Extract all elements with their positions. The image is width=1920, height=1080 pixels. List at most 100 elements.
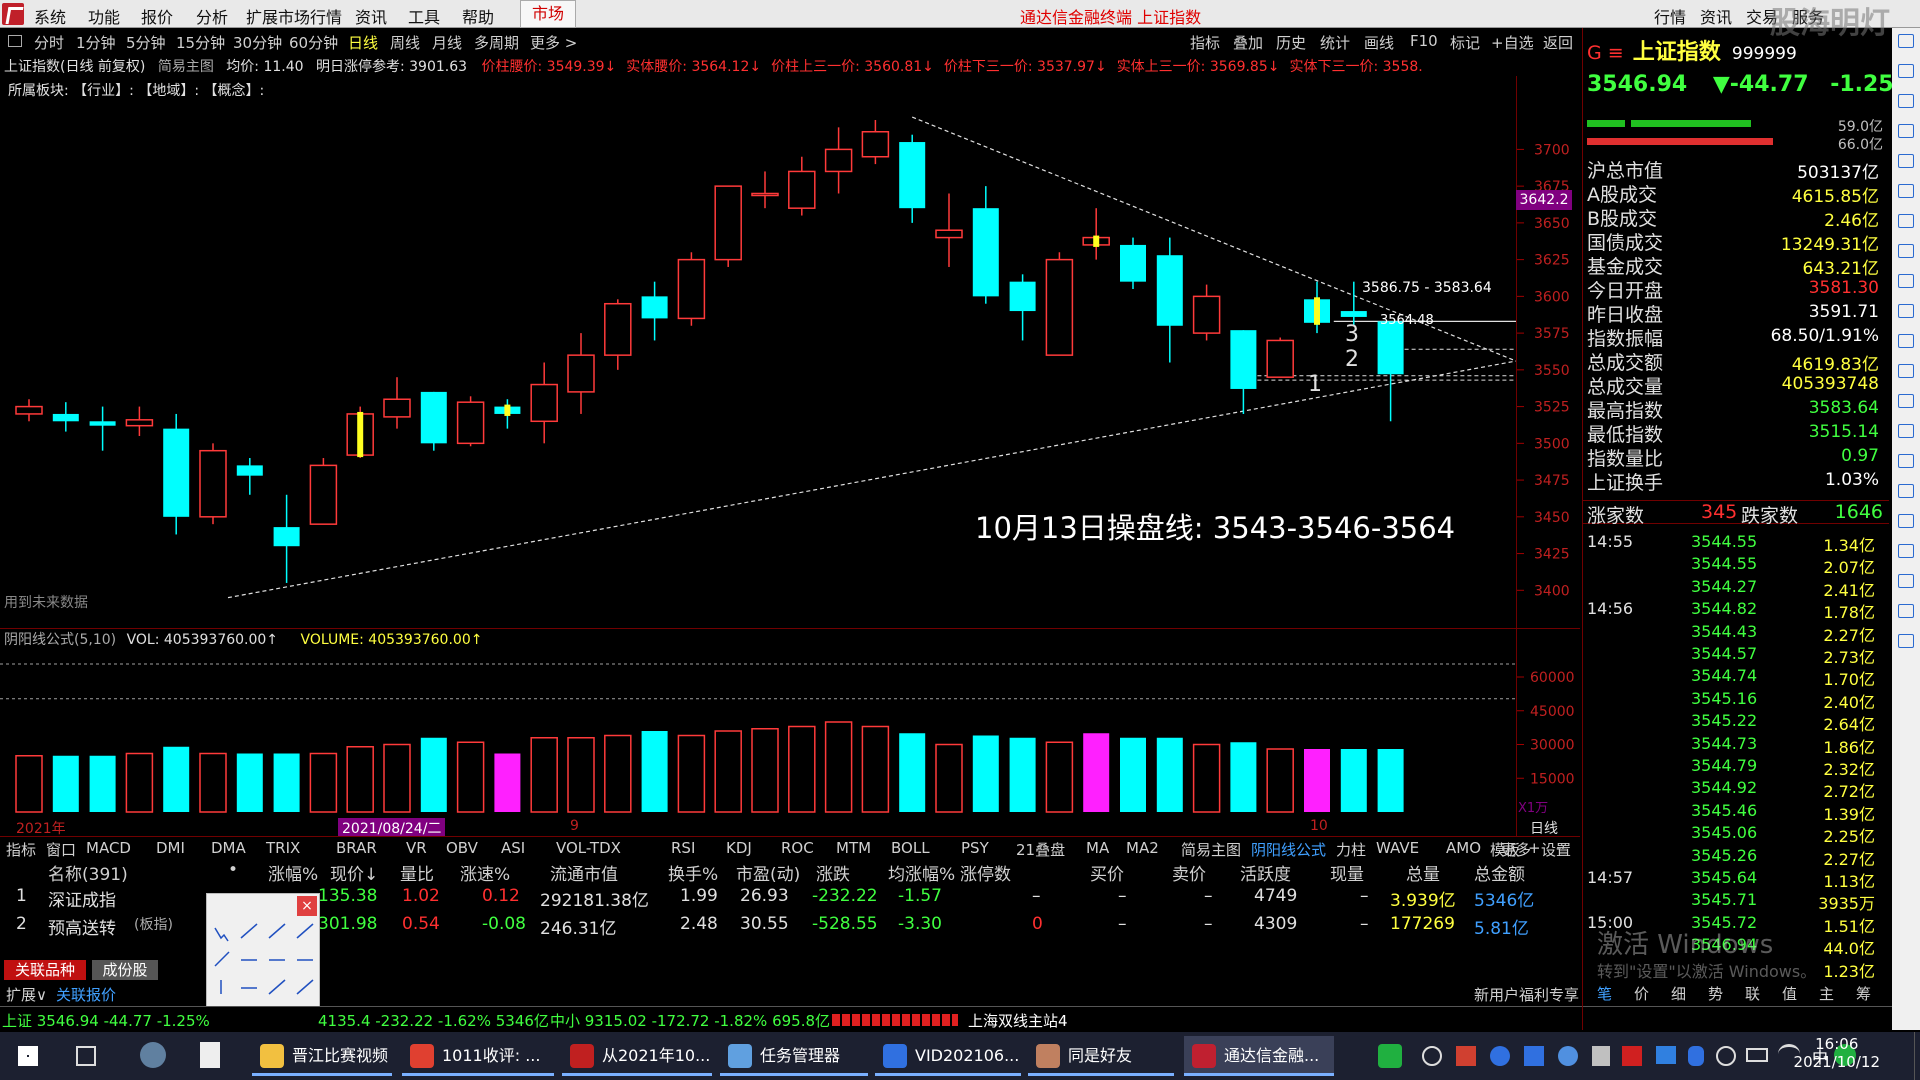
side-tool-icon-11[interactable]: [1898, 334, 1914, 348]
period-monthly[interactable]: 月线: [432, 32, 462, 53]
indicator-tab-24[interactable]: AMO: [1446, 839, 1481, 857]
table-header-13[interactable]: 卖价: [1172, 860, 1206, 885]
side-tool-icon-18[interactable]: [1898, 544, 1914, 558]
tray-battery-icon[interactable]: [1746, 1048, 1768, 1062]
table-header-9[interactable]: 涨跌: [816, 860, 850, 885]
tab-components[interactable]: 成份股: [92, 960, 158, 980]
indicator-tab-5[interactable]: TRIX: [266, 839, 300, 857]
tool-history[interactable]: 历史: [1276, 32, 1306, 53]
indicator-tab-11[interactable]: RSI: [671, 839, 695, 857]
side-tool-icon-16[interactable]: [1898, 484, 1914, 498]
indicator-tab-8[interactable]: OBV: [446, 839, 478, 857]
period-daily[interactable]: 日线: [348, 32, 378, 53]
new-user-note[interactable]: 新用户福利专享: [1474, 984, 1579, 1005]
table-header-17[interactable]: 总金额: [1474, 860, 1525, 885]
menu-help[interactable]: 帮助: [462, 4, 494, 28]
volume-indicator-name[interactable]: 阴阳线公式(5,10): [4, 632, 116, 648]
tray-display-icon[interactable]: [1656, 1046, 1676, 1064]
indicator-right-2[interactable]: -: [1556, 839, 1561, 857]
panel-tab-0[interactable]: 笔: [1597, 983, 1612, 1004]
period-weekly[interactable]: 周线: [390, 32, 420, 53]
tray-app-icon[interactable]: [1378, 1044, 1402, 1068]
menu-info[interactable]: 资讯: [355, 4, 387, 28]
table-header-5[interactable]: 涨速%: [460, 860, 510, 885]
side-tool-icon-6[interactable]: [1898, 184, 1914, 198]
show-desktop-button[interactable]: [1914, 1032, 1920, 1080]
taskbar-app-5[interactable]: 同是好友: [1028, 1036, 1174, 1076]
menu-function[interactable]: 功能: [88, 4, 120, 28]
side-tool-icon-5[interactable]: [1898, 154, 1914, 168]
taskbar-app-2[interactable]: 从2021年10...: [562, 1036, 712, 1076]
period-5min[interactable]: 5分钟: [126, 32, 166, 53]
taskbar-app-1[interactable]: 1011收评: ...: [402, 1036, 554, 1076]
table-header-12[interactable]: 买价: [1090, 860, 1124, 885]
side-tool-icon-9[interactable]: [1898, 274, 1914, 288]
table-header-2[interactable]: 涨幅%: [268, 860, 318, 885]
tool-stats[interactable]: 统计: [1320, 32, 1350, 53]
browser-globe-icon[interactable]: [140, 1042, 166, 1068]
indicator-tab-1[interactable]: 窗口: [46, 839, 76, 860]
menu-system[interactable]: 系统: [34, 4, 66, 28]
tray-clock[interactable]: 16:06 2021/10/12: [1794, 1035, 1880, 1071]
tool-back[interactable]: 返回: [1543, 32, 1573, 53]
side-tool-icon-13[interactable]: [1898, 394, 1914, 408]
indicator-tab-13[interactable]: ROC: [781, 839, 814, 857]
table-header-3[interactable]: 现价↓: [330, 860, 378, 885]
side-tool-icon-4[interactable]: [1898, 124, 1914, 138]
side-tool-icon-10[interactable]: [1898, 304, 1914, 318]
tray-bluetooth-icon[interactable]: [1688, 1046, 1704, 1066]
tray-usb-icon[interactable]: [1592, 1046, 1610, 1066]
price-chart[interactable]: 3700367536503625360035753550352535003475…: [0, 76, 1580, 836]
start-windows-icon[interactable]: [18, 1046, 38, 1066]
tray-shield-icon[interactable]: [1490, 1046, 1510, 1066]
tray-wps-icon[interactable]: [1456, 1046, 1476, 1066]
indicator-tab-0[interactable]: 指标: [6, 839, 36, 860]
panel-tab-6[interactable]: 主: [1819, 983, 1834, 1004]
indicator-right-1[interactable]: +: [1528, 839, 1541, 857]
side-tool-icon-20[interactable]: [1898, 604, 1914, 618]
expand-toggle[interactable]: 扩展∨: [6, 984, 47, 1005]
panel-tab-4[interactable]: 联: [1745, 983, 1760, 1004]
period-1min[interactable]: 1分钟: [76, 32, 116, 53]
tab-related[interactable]: 关联品种: [4, 960, 86, 980]
side-tool-icon-1[interactable]: [1898, 34, 1914, 48]
side-tool-icon-14[interactable]: [1898, 424, 1914, 438]
table-header-0[interactable]: 名称(391): [48, 860, 128, 885]
panel-tab-5[interactable]: 值: [1782, 983, 1797, 1004]
menu-tools[interactable]: 工具: [408, 4, 440, 28]
period-30min[interactable]: 30分钟: [233, 32, 282, 53]
period-60min[interactable]: 60分钟: [289, 32, 338, 53]
side-tool-icon-3[interactable]: [1898, 94, 1914, 108]
indicator-tab-19[interactable]: MA2: [1126, 839, 1159, 857]
panel-tab-7[interactable]: 筹: [1856, 983, 1871, 1004]
indicator-tab-9[interactable]: ASI: [501, 839, 525, 857]
menu-analysis[interactable]: 分析: [196, 4, 228, 28]
side-tool-icon-8[interactable]: [1898, 244, 1914, 258]
tool-mark[interactable]: 标记: [1450, 32, 1480, 53]
side-tool-icon-12[interactable]: [1898, 364, 1914, 378]
tab-quotes[interactable]: 行情: [1654, 4, 1686, 28]
taskbar-app-3[interactable]: 任务管理器: [720, 1036, 868, 1076]
indicator-tab-17[interactable]: 21叠盘: [1016, 839, 1065, 860]
indicator-tab-15[interactable]: BOLL: [891, 839, 930, 857]
tool-indicator[interactable]: 指标: [1190, 32, 1220, 53]
task-view-icon[interactable]: [76, 1046, 96, 1066]
table-header-11[interactable]: 涨停数: [960, 860, 1011, 885]
tray-clock-icon[interactable]: [1422, 1046, 1442, 1066]
table-header-15[interactable]: 现量: [1330, 860, 1364, 885]
table-header-4[interactable]: 量比: [400, 860, 434, 885]
taskbar-app-0[interactable]: 晋江比赛视频: [252, 1036, 392, 1076]
tray-network-icon[interactable]: [1716, 1046, 1736, 1066]
tool-overlay[interactable]: 叠加: [1233, 32, 1263, 53]
indicator-tab-7[interactable]: VR: [406, 839, 427, 857]
indicator-tab-14[interactable]: MTM: [836, 839, 871, 857]
menu-ext-market[interactable]: 扩展市场行情: [246, 4, 342, 28]
indicator-tab-21[interactable]: 阴阳线公式: [1251, 839, 1326, 860]
tab-news[interactable]: 资讯: [1700, 4, 1732, 28]
related-quote-link[interactable]: 关联报价: [56, 984, 116, 1005]
notepad-icon[interactable]: [200, 1042, 220, 1068]
table-header-10[interactable]: 均涨幅%: [888, 860, 955, 885]
tray-security-icon[interactable]: [1524, 1046, 1544, 1066]
indicator-tab-18[interactable]: MA: [1086, 839, 1109, 857]
indicator-tab-22[interactable]: 力柱: [1336, 839, 1366, 860]
